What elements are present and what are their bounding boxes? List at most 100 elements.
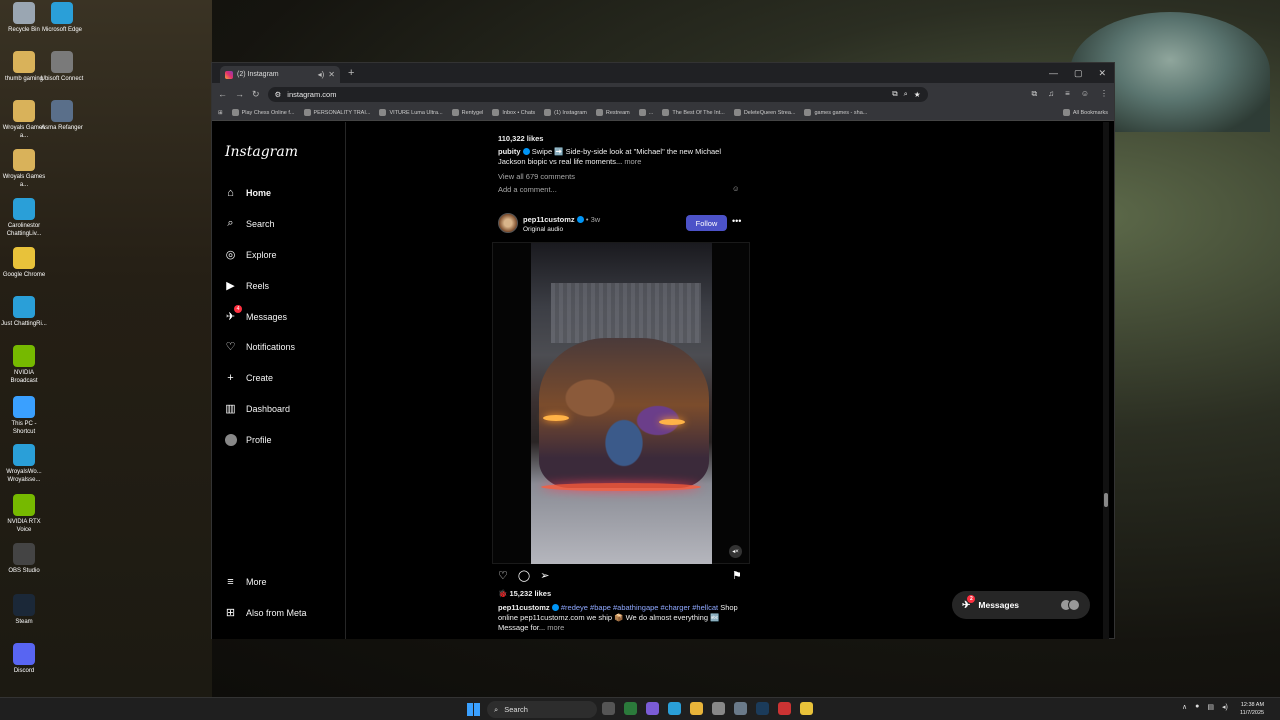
reload-button[interactable]: ↻ — [252, 89, 260, 100]
nav-messages[interactable]: ✈ 4 Messages — [224, 305, 287, 323]
comment-icon[interactable]: ◯ — [518, 569, 530, 582]
new-tab-button[interactable]: + — [348, 67, 354, 79]
desktop-icon[interactable]: Microsoft Edge — [38, 2, 86, 34]
caption-user[interactable]: pep11customz — [498, 603, 550, 612]
bookmark-item[interactable]: Play Chess Online f... — [231, 109, 295, 116]
mute-icon[interactable]: ◂× — [729, 545, 742, 558]
save-icon[interactable]: ⚑ — [732, 569, 742, 582]
desktop-icon[interactable]: Ubisoft Connect — [38, 51, 86, 83]
settings-icon[interactable] — [734, 702, 747, 715]
volume-icon[interactable]: ◂) — [1222, 703, 1228, 711]
zoom-icon[interactable]: ⌕ — [904, 89, 908, 99]
desktop-icon[interactable]: Wroyals Games a... — [0, 149, 48, 189]
bookmark-star-icon[interactable]: ★ — [914, 90, 921, 99]
close-tab-icon[interactable]: ✕ — [328, 70, 335, 79]
prev-post-likes[interactable]: 110,322 likes — [498, 134, 543, 144]
site-info-icon[interactable]: ⚙ — [275, 90, 282, 99]
follow-button[interactable]: Follow — [686, 215, 727, 231]
desktop-icon[interactable]: WroyalsWo... Wroyalsse... — [0, 444, 48, 484]
prev-post-user[interactable]: pubity — [498, 147, 521, 156]
clock[interactable]: 12:38 AM 11/7/2025 — [1240, 701, 1264, 717]
back-button[interactable]: ← — [218, 89, 227, 99]
bookmark-item[interactable]: PERSONALITY TRAI... — [303, 109, 370, 116]
desktop-icon[interactable]: Steam — [0, 594, 48, 626]
nav-create[interactable]: + Create — [224, 371, 273, 384]
close-window-button[interactable]: ✕ — [1098, 68, 1106, 79]
desktop-icon[interactable]: NVIDIA Broadcast — [0, 345, 48, 385]
desktop-icon[interactable]: Asma Refanger — [38, 100, 86, 132]
nav-dashboard[interactable]: ▥ Dashboard — [224, 402, 290, 415]
post-media[interactable]: ◂× — [492, 242, 750, 564]
desktop-icon[interactable]: Google Chrome — [0, 247, 48, 279]
reading-list-icon[interactable]: ≡ — [1065, 89, 1070, 99]
install-icon[interactable]: ⧉ — [892, 89, 897, 99]
desktop-icon[interactable]: NVIDIA RTX Voice — [0, 494, 48, 534]
nav-reels[interactable]: ▶ Reels — [224, 279, 269, 292]
media-icon[interactable]: ♫ — [1048, 89, 1054, 99]
add-comment-input[interactable]: Add a comment... — [498, 185, 557, 195]
tray-chevron-icon[interactable]: ∧ — [1182, 703, 1187, 711]
windows-start-icon[interactable] — [467, 703, 480, 716]
page-scrollbar[interactable] — [1103, 122, 1109, 639]
share-icon[interactable]: ➢ — [540, 569, 549, 582]
store-icon[interactable] — [712, 702, 725, 715]
apps-icon[interactable]: ⊞ — [218, 110, 223, 116]
more-link[interactable]: more — [547, 623, 564, 632]
desktop-icon[interactable]: Discord — [0, 643, 48, 675]
bookmark-item[interactable]: games games - sha... — [804, 109, 867, 116]
xbox-icon[interactable] — [624, 702, 637, 715]
more-options-icon[interactable]: ••• — [732, 216, 741, 226]
task-view-icon[interactable] — [602, 702, 615, 715]
caption-hashtags[interactable]: #redeye #bape #abathingape #charger #hel… — [561, 603, 718, 612]
nav-notifications[interactable]: ♡ Notifications — [224, 340, 295, 353]
minimize-button[interactable]: — — [1049, 68, 1058, 79]
post-audio[interactable]: Original audio — [523, 225, 563, 235]
post-likes[interactable]: 🐞 15,232 likes — [498, 589, 551, 599]
nav-more[interactable]: ≡ More — [224, 575, 266, 588]
mic-icon[interactable]: ● — [1195, 703, 1199, 711]
post-author-avatar[interactable] — [498, 213, 518, 233]
view-comments-link[interactable]: View all 679 comments — [498, 172, 575, 182]
bookmark-item[interactable]: ... — [638, 109, 653, 116]
address-bar[interactable]: ⚙ instagram.com ⧉ ⌕ ★ — [267, 86, 928, 102]
extensions-icon[interactable]: ⧉ — [1031, 89, 1037, 99]
maximize-button[interactable]: ▢ — [1074, 68, 1083, 79]
steam-icon[interactable] — [756, 702, 769, 715]
desktop-icon[interactable]: This PC - Shortcut — [0, 396, 48, 436]
network-icon[interactable]: ▤ — [1207, 703, 1214, 711]
nav-profile[interactable]: Profile — [224, 433, 272, 446]
desktop-icon[interactable]: Carolinestor ChattingLiv... — [0, 198, 48, 238]
nav-home[interactable]: ⌂ Home — [224, 186, 271, 199]
like-icon[interactable]: ♡ — [498, 569, 508, 582]
desktop-icon[interactable]: Just ChattingRi... — [0, 296, 48, 328]
instagram-logo[interactable]: Instagram — [225, 144, 298, 160]
reel-video[interactable] — [531, 243, 712, 564]
bookmark-item[interactable]: The Best Of The Int... — [662, 109, 725, 116]
scrollbar-thumb[interactable] — [1104, 493, 1108, 507]
nav-explore[interactable]: ◎ Explore — [224, 248, 277, 261]
nav-also-from-meta[interactable]: ⊞ Also from Meta — [224, 606, 307, 619]
edge-icon[interactable] — [668, 702, 681, 715]
file-explorer-icon[interactable] — [690, 702, 703, 715]
app-icon[interactable] — [778, 702, 791, 715]
desktop-icon[interactable]: OBS Studio — [0, 543, 48, 575]
post-user[interactable]: pep11customz — [523, 215, 575, 224]
bookmark-item[interactable]: Restream — [595, 109, 630, 116]
emoji-icon[interactable]: ☺ — [732, 184, 740, 194]
menu-icon[interactable]: ⋮ — [1100, 89, 1108, 99]
chrome-icon[interactable] — [800, 702, 813, 715]
forward-button[interactable]: → — [235, 89, 244, 99]
nav-search[interactable]: ⌕ Search — [224, 217, 274, 230]
bookmark-item[interactable]: Inbox • Chats — [492, 109, 535, 116]
bookmark-item[interactable]: (1) Instagram — [544, 109, 587, 116]
tab-instagram[interactable]: (2) Instagram ◂) ✕ — [220, 66, 340, 83]
copilot-icon[interactable] — [646, 702, 659, 715]
bookmark-item[interactable]: All Bookmarks — [1062, 109, 1108, 116]
bookmark-item[interactable]: VITURE Luma Ultra... — [379, 109, 443, 116]
bookmark-item[interactable]: DeleteQueen Strea... — [733, 109, 795, 116]
more-link[interactable]: more — [624, 157, 641, 166]
profile-icon[interactable]: ☺ — [1081, 89, 1089, 99]
taskbar-search[interactable]: ⌕ Search — [487, 701, 597, 718]
messages-floating-button[interactable]: ✈ 2 Messages — [952, 591, 1090, 619]
audio-icon[interactable]: ◂) — [318, 70, 325, 79]
